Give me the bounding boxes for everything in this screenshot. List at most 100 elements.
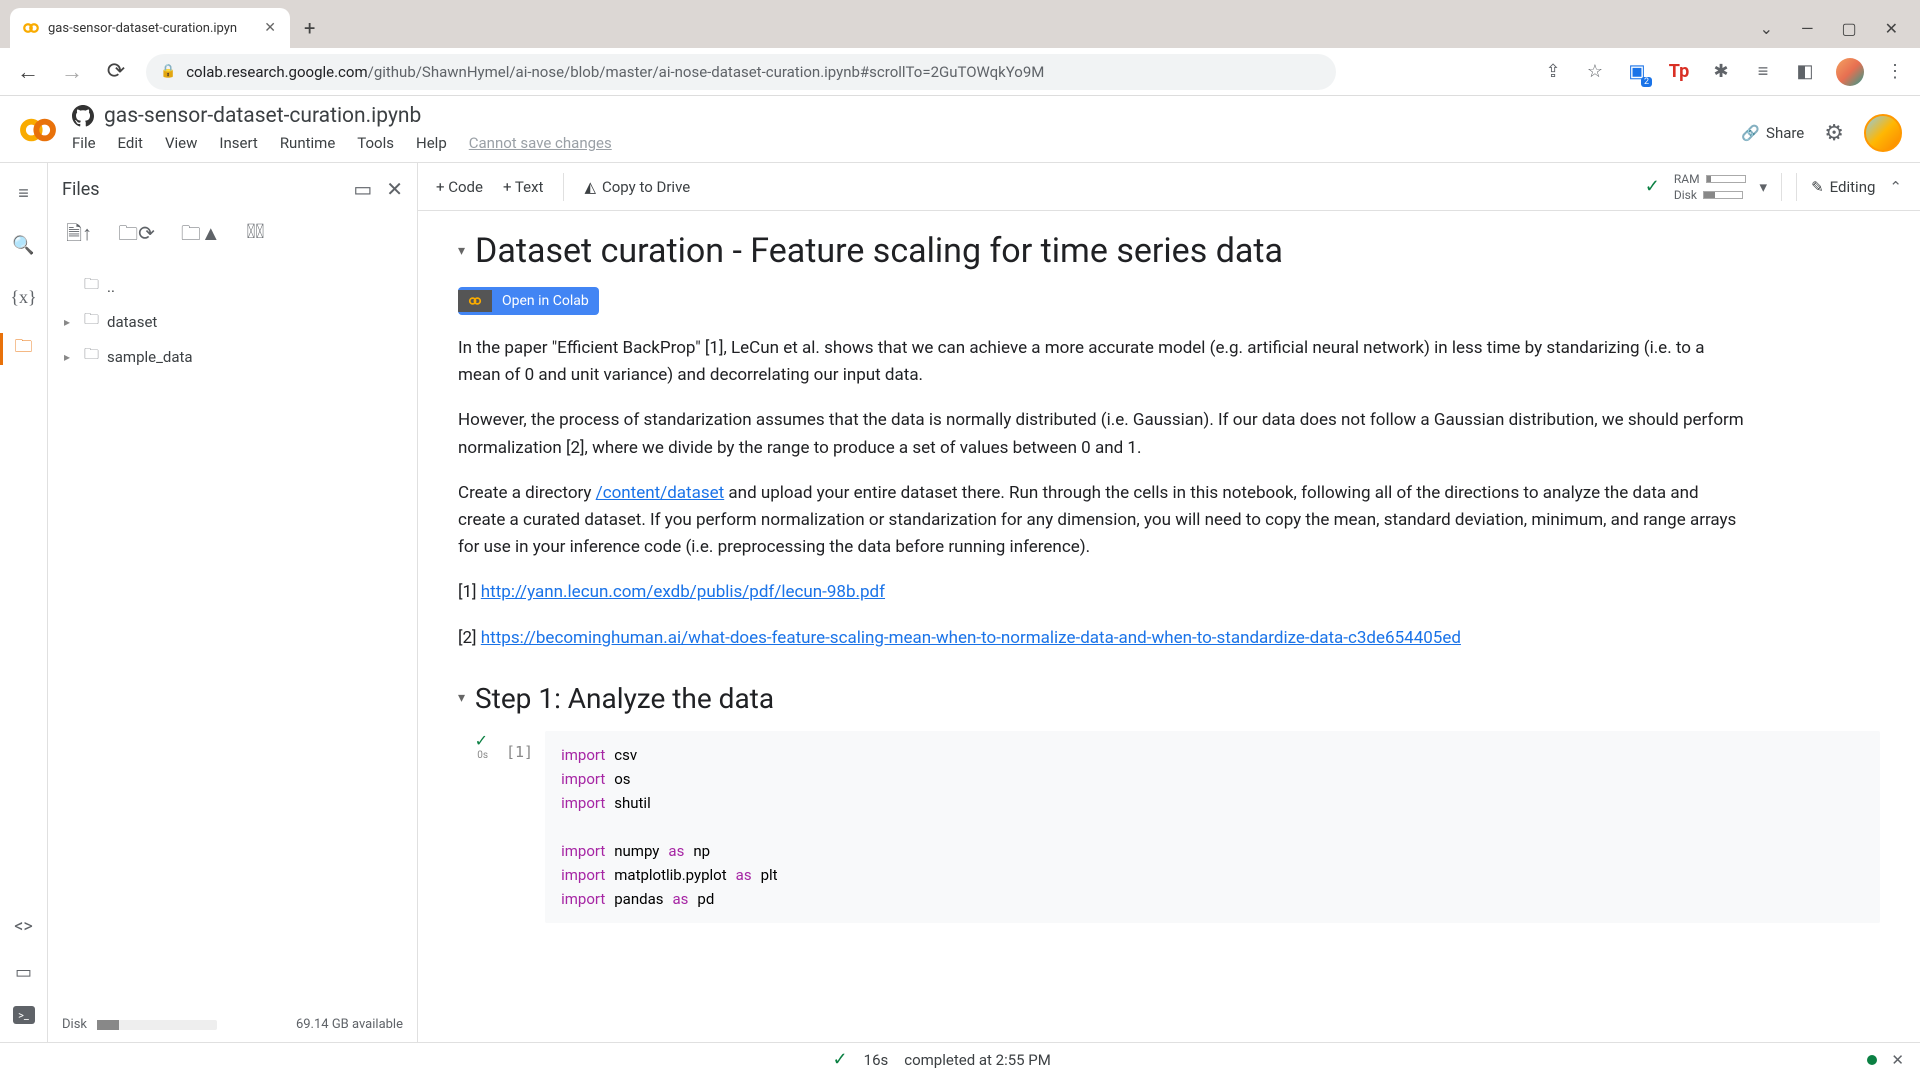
disk-usage-bar: [97, 1020, 217, 1030]
code-editor[interactable]: import csv import os import shutil impor…: [545, 731, 1880, 923]
tab-close-icon[interactable]: ✕: [262, 18, 278, 38]
files-icon[interactable]: 🗀: [12, 337, 36, 361]
close-window-icon[interactable]: ✕: [1885, 19, 1898, 38]
paragraph: In the paper "Efficient BackProp" [1], L…: [458, 335, 1748, 389]
menu-help[interactable]: Help: [416, 134, 447, 152]
back-button[interactable]: ←: [14, 59, 42, 85]
pencil-icon: ✎: [1811, 178, 1824, 196]
menu-runtime[interactable]: Runtime: [280, 134, 335, 152]
browser-tab[interactable]: gas-sensor-dataset-curation.ipyn ✕: [10, 8, 290, 48]
menu-file[interactable]: File: [72, 134, 96, 152]
reload-button[interactable]: ⟳: [102, 59, 130, 84]
chevron-right-icon: ▸: [64, 350, 76, 364]
folder-up-icon: 🗀: [84, 274, 99, 299]
kernel-status-dot: [1867, 1055, 1877, 1065]
colab-badge-icon: [458, 290, 492, 312]
content-dataset-link[interactable]: /content/dataset: [596, 483, 725, 503]
panel-picture-in-picture-icon[interactable]: ▭: [353, 177, 372, 201]
forward-button[interactable]: →: [58, 59, 86, 85]
colab-favicon: [22, 19, 40, 37]
search-icon[interactable]: 🔍: [12, 233, 36, 257]
url-field[interactable]: 🔒 colab.research.google.com/github/Shawn…: [146, 54, 1336, 90]
reading-list-icon[interactable]: ≡: [1752, 61, 1774, 83]
browser-tabstrip: gas-sensor-dataset-curation.ipyn ✕ + ⌄ —…: [0, 0, 1920, 48]
side-panel-icon[interactable]: ◧: [1794, 61, 1816, 83]
add-text-button[interactable]: + Text: [503, 178, 543, 196]
status-check-icon: ✓: [833, 1049, 848, 1070]
open-in-colab-badge[interactable]: Open in Colab: [458, 287, 599, 315]
code-cell[interactable]: ✓ 0s [1] import csv import os import shu…: [438, 731, 1880, 923]
colab-header: gas-sensor-dataset-curation.ipynb File E…: [0, 96, 1920, 163]
toc-icon[interactable]: ≡: [12, 181, 36, 205]
settings-gear-icon[interactable]: ⚙: [1824, 121, 1844, 146]
colab-logo[interactable]: [18, 110, 58, 150]
url-path: /github/ShawnHymel/ai-nose/blob/master/a…: [368, 63, 1045, 81]
user-avatar[interactable]: [1864, 114, 1902, 152]
left-rail: ≡ 🔍 {x} 🗀 <> ▭ >_: [0, 163, 48, 1042]
window-controls: ⌄ — ▢ ✕: [1760, 19, 1910, 48]
folder-icon: 🗀: [84, 309, 99, 334]
command-palette-icon[interactable]: ▭: [12, 960, 36, 984]
maximize-icon[interactable]: ▢: [1841, 19, 1856, 38]
menu-bar: File Edit View Insert Runtime Tools Help…: [72, 128, 1727, 162]
refresh-files-icon[interactable]: 🗀⟳: [118, 219, 155, 253]
chevron-right-icon: ▸: [64, 315, 76, 329]
menu-tools[interactable]: Tools: [357, 134, 394, 152]
collapse-header-icon[interactable]: ⌃: [1889, 178, 1902, 196]
notebook-title[interactable]: gas-sensor-dataset-curation.ipynb: [104, 104, 421, 128]
notebook-content: + Code + Text ◭ Copy to Drive ✓ RAM Disk…: [418, 163, 1920, 1042]
share-button[interactable]: 🔗 Share: [1741, 124, 1804, 142]
extensions-icon[interactable]: ✱: [1710, 61, 1732, 83]
tree-item-sample-data[interactable]: ▸ 🗀 sample_data: [60, 339, 405, 374]
share-page-icon[interactable]: ⇪: [1542, 61, 1564, 83]
menu-insert[interactable]: Insert: [219, 134, 257, 152]
code-snippets-icon[interactable]: <>: [12, 914, 36, 938]
upload-file-icon[interactable]: 🗎↑: [66, 219, 92, 253]
resource-dropdown-icon[interactable]: ▾: [1760, 178, 1768, 196]
copy-to-drive-button[interactable]: ◭ Copy to Drive: [584, 178, 690, 196]
cell-exec-count: [1]: [506, 731, 533, 923]
tp-extension-icon[interactable]: Tp: [1668, 61, 1690, 83]
toggle-hidden-icon[interactable]: 👁̸: [247, 219, 265, 253]
collapse-section-icon[interactable]: ▾: [458, 690, 465, 706]
minimize-icon[interactable]: —: [1801, 19, 1814, 38]
notebook-scroll[interactable]: ▾ Dataset curation - Feature scaling for…: [418, 211, 1920, 1042]
star-icon[interactable]: ☆: [1584, 61, 1606, 83]
tree-parent[interactable]: 🗀 ..: [60, 269, 405, 304]
tab-title: gas-sensor-dataset-curation.ipyn: [48, 21, 254, 36]
status-message: completed at 2:55 PM: [904, 1051, 1051, 1069]
terminal-icon[interactable]: >_: [13, 1006, 35, 1024]
files-title: Files: [62, 179, 100, 200]
menu-edit[interactable]: Edit: [118, 134, 143, 152]
disk-available: 69.14 GB available: [296, 1017, 403, 1032]
profile-avatar[interactable]: [1836, 58, 1864, 86]
add-code-button[interactable]: + Code: [436, 178, 483, 196]
text-cell[interactable]: ▾ Dataset curation - Feature scaling for…: [438, 231, 1880, 715]
file-tree: 🗀 .. ▸ 🗀 dataset ▸ 🗀 sample_data: [48, 263, 417, 380]
cell-exec-time: 0s: [477, 750, 488, 761]
new-tab-button[interactable]: +: [290, 16, 329, 40]
close-panel-icon[interactable]: ✕: [386, 177, 403, 201]
files-toolbar: 🗎↑ 🗀⟳ 🗀▲ 👁̸: [48, 209, 417, 263]
url-host: colab.research.google.com: [186, 63, 367, 81]
extension-badge-icon[interactable]: ▣2: [1626, 61, 1648, 83]
chevron-down-icon[interactable]: ⌄: [1760, 19, 1773, 38]
mount-drive-icon[interactable]: 🗀▲: [181, 219, 221, 253]
browser-menu-icon[interactable]: ⋮: [1884, 61, 1906, 83]
main-area: ≡ 🔍 {x} 🗀 <> ▭ >_ Files ▭ ✕ 🗎↑ 🗀⟳ 🗀▲ 👁̸: [0, 163, 1920, 1042]
collapse-section-icon[interactable]: ▾: [458, 243, 465, 259]
editing-mode-button[interactable]: ✎ Editing: [1796, 173, 1875, 201]
variables-icon[interactable]: {x}: [12, 285, 36, 309]
folder-icon: 🗀: [84, 344, 99, 369]
status-close-icon[interactable]: ✕: [1891, 1051, 1904, 1069]
tree-item-dataset[interactable]: ▸ 🗀 dataset: [60, 304, 405, 339]
github-icon: [72, 105, 94, 127]
lock-icon: 🔒: [160, 64, 176, 79]
reference-link-1[interactable]: http://yann.lecun.com/exdb/publis/pdf/le…: [481, 582, 885, 602]
reference-link-2[interactable]: https://becominghuman.ai/what-does-featu…: [481, 628, 1461, 648]
status-time: 16s: [864, 1051, 889, 1069]
cell-status-check-icon: ✓: [475, 731, 488, 750]
resource-meter[interactable]: RAM Disk: [1674, 172, 1746, 202]
reference-2: [2] https://becominghuman.ai/what-does-f…: [458, 625, 1748, 652]
menu-view[interactable]: View: [165, 134, 197, 152]
